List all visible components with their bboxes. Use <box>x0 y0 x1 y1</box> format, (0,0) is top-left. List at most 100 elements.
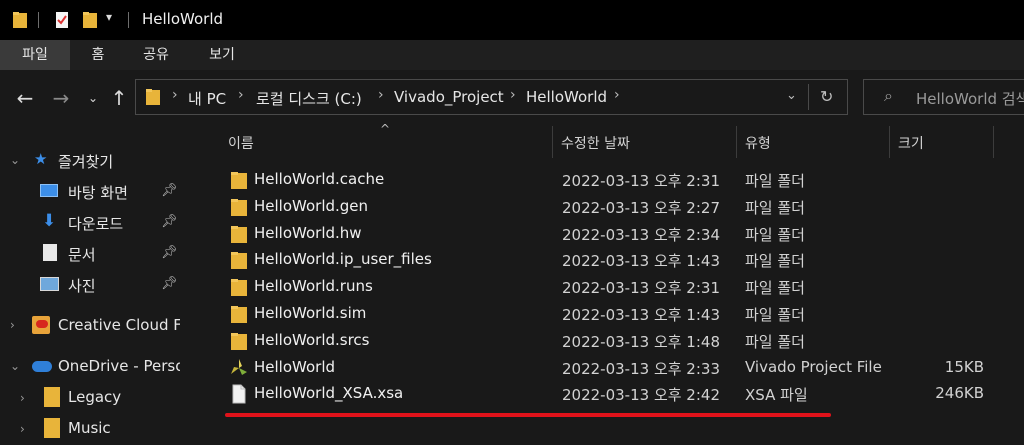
chevron-right-icon[interactable]: › <box>238 87 244 103</box>
chevron-down-icon[interactable]: ⌄ <box>10 359 20 373</box>
file-name: HelloWorld_XSA.xsa <box>254 384 404 403</box>
chevron-right-icon[interactable]: › <box>510 87 516 103</box>
chevron-right-icon[interactable]: › <box>20 422 25 436</box>
sidebar-item-label: Music <box>68 419 111 437</box>
tab-view[interactable]: 보기 <box>200 40 244 70</box>
file-size: 246KB <box>935 384 984 403</box>
tab-file[interactable]: 파일 <box>0 40 70 70</box>
breadcrumb-local-disk[interactable]: 로컬 디스크 (C:) <box>256 88 362 109</box>
folder-icon <box>231 252 247 270</box>
table-row[interactable]: HelloWorld.hw 2022-03-13 오후 2:34 파일 폴더 <box>222 220 1002 247</box>
file-name: HelloWorld.gen <box>254 196 369 215</box>
file-name: HelloWorld.hw <box>254 223 362 242</box>
sidebar-item-desktop[interactable]: 바탕 화면 <box>40 179 180 205</box>
creative-cloud-badge <box>36 320 48 328</box>
sidebar-item-label: 문서 <box>68 246 96 264</box>
file-modified-date: 2022-03-13 오후 1:43 <box>562 252 720 271</box>
refresh-icon[interactable]: ↻ <box>820 87 833 106</box>
sidebar-item-label: Legacy <box>68 388 122 406</box>
sidebar-item-label: 바탕 화면 <box>68 184 128 202</box>
chevron-down-icon[interactable]: ⌄ <box>10 153 20 167</box>
search-placeholder: HelloWorld 검색 <box>916 90 1024 108</box>
title-bar: ▾ HelloWorld <box>0 0 1024 40</box>
pane-splitter[interactable] <box>180 126 202 445</box>
address-bar[interactable]: › 내 PC › 로컬 디스크 (C:) › Vivado_Project › … <box>135 79 848 115</box>
sidebar-item-pictures[interactable]: 사진 <box>40 272 180 298</box>
file-modified-date: 2022-03-13 오후 2:34 <box>562 225 720 244</box>
table-row[interactable]: HelloWorld.srcs 2022-03-13 오후 1:48 파일 폴더 <box>222 327 1002 354</box>
column-header-type[interactable]: 유형 <box>737 126 889 158</box>
pin-icon[interactable]: 📌︎ <box>161 245 178 260</box>
table-row[interactable]: HelloWorld.ip_user_files 2022-03-13 오후 1:… <box>222 246 1002 273</box>
address-dropdown-icon[interactable]: ⌄ <box>786 88 797 103</box>
table-row[interactable]: HelloWorld.runs 2022-03-13 오후 2:31 파일 폴더 <box>222 273 1002 300</box>
file-modified-date: 2022-03-13 오후 2:42 <box>562 386 720 405</box>
file-list: ^ 이름 수정한 날짜 유형 크기 HelloWorld.cache 2022-0… <box>202 122 1024 445</box>
breadcrumb-helloworld[interactable]: HelloWorld <box>526 88 607 106</box>
folder-icon <box>13 12 27 28</box>
file-type: 파일 폴더 <box>745 172 805 190</box>
cloud-icon <box>32 361 52 372</box>
title-separator <box>128 12 129 28</box>
column-header-date[interactable]: 수정한 날짜 <box>553 126 736 158</box>
file-modified-date: 2022-03-13 오후 1:43 <box>562 306 720 324</box>
file-icon <box>232 384 246 404</box>
navigation-pane: ⌄ ★ 즐겨찾기 바탕 화면 📌︎ ⬇ 다운로드 📌︎ 문서 📌︎ 사진 📌︎ … <box>0 126 180 445</box>
quick-access-dropdown-icon[interactable]: ▾ <box>106 10 112 24</box>
file-type: 파일 폴더 <box>745 252 805 271</box>
file-type: 파일 폴더 <box>745 279 805 298</box>
forward-icon[interactable]: → <box>50 87 72 109</box>
sidebar-item-legacy[interactable]: Legacy <box>44 385 180 411</box>
sidebar-item-music[interactable]: Music <box>44 416 180 442</box>
chevron-right-icon[interactable]: › <box>20 391 25 405</box>
chevron-right-icon[interactable]: › <box>614 87 620 103</box>
column-divider[interactable] <box>993 126 994 158</box>
column-header-size[interactable]: 크기 <box>890 126 993 158</box>
pin-icon[interactable]: 📌︎ <box>161 214 178 229</box>
file-type: XSA 파일 <box>745 386 808 405</box>
sidebar-item-onedrive[interactable]: OneDrive - Personal <box>32 354 180 380</box>
breadcrumb-my-pc[interactable]: 내 PC <box>188 88 226 109</box>
chevron-right-icon[interactable]: › <box>172 87 178 103</box>
table-row[interactable]: HelloWorld.gen 2022-03-13 오후 2:27 파일 폴더 <box>222 193 1002 220</box>
star-icon: ★ <box>34 150 48 168</box>
folder-icon <box>231 279 247 297</box>
address-divider <box>808 84 809 110</box>
folder-icon <box>231 306 247 323</box>
folder-icon <box>44 418 60 438</box>
table-row[interactable]: HelloWorld.sim 2022-03-13 오후 1:43 파일 폴더 <box>222 300 1002 327</box>
sidebar-item-downloads[interactable]: ⬇ 다운로드 <box>40 210 180 236</box>
breadcrumb-vivado-project[interactable]: Vivado_Project <box>394 88 504 106</box>
pin-icon[interactable]: 📌︎ <box>161 276 178 291</box>
tab-home[interactable]: 홈 <box>80 40 116 70</box>
file-modified-date: 2022-03-13 오후 2:27 <box>562 198 720 217</box>
table-row[interactable]: HelloWorld_XSA.xsa 2022-03-13 오후 2:42 XSA … <box>222 380 1002 407</box>
search-icon: ⌕ <box>884 86 893 105</box>
new-folder-icon[interactable] <box>82 10 98 30</box>
tab-share[interactable]: 공유 <box>134 40 178 70</box>
file-name: HelloWorld <box>254 357 336 376</box>
sidebar-item-label: 즐겨찾기 <box>58 153 114 171</box>
table-row[interactable]: HelloWorld.cache 2022-03-13 오후 2:31 파일 폴더 <box>222 166 1002 193</box>
sidebar-item-quick-access[interactable]: ★ 즐겨찾기 <box>34 148 180 174</box>
chevron-right-icon[interactable]: › <box>10 318 15 332</box>
folder-icon <box>146 89 160 105</box>
folder-icon <box>231 198 247 216</box>
properties-icon[interactable] <box>54 10 70 30</box>
chevron-right-icon[interactable]: › <box>378 87 384 103</box>
back-icon[interactable]: ← <box>14 87 36 109</box>
file-name: HelloWorld.cache <box>254 170 385 188</box>
file-type: 파일 폴더 <box>745 198 805 217</box>
table-row[interactable]: HelloWorld 2022-03-13 오후 2:33 Vivado Proje… <box>222 354 1002 381</box>
sidebar-item-documents[interactable]: 문서 <box>40 241 180 267</box>
recent-locations-icon[interactable]: ⌄ <box>82 87 104 109</box>
search-input[interactable]: ⌕ HelloWorld 검색 <box>863 79 1024 115</box>
column-header-name[interactable]: 이름 <box>222 126 552 158</box>
pin-icon[interactable]: 📌︎ <box>161 183 178 198</box>
file-name: HelloWorld.ip_user_files <box>254 250 432 269</box>
sidebar-item-creative-cloud[interactable]: Creative Cloud Files <box>32 313 180 339</box>
file-name: HelloWorld.sim <box>254 304 367 322</box>
window-title: HelloWorld <box>142 10 224 28</box>
up-icon[interactable]: ↑ <box>108 87 130 109</box>
title-separator <box>38 12 39 28</box>
